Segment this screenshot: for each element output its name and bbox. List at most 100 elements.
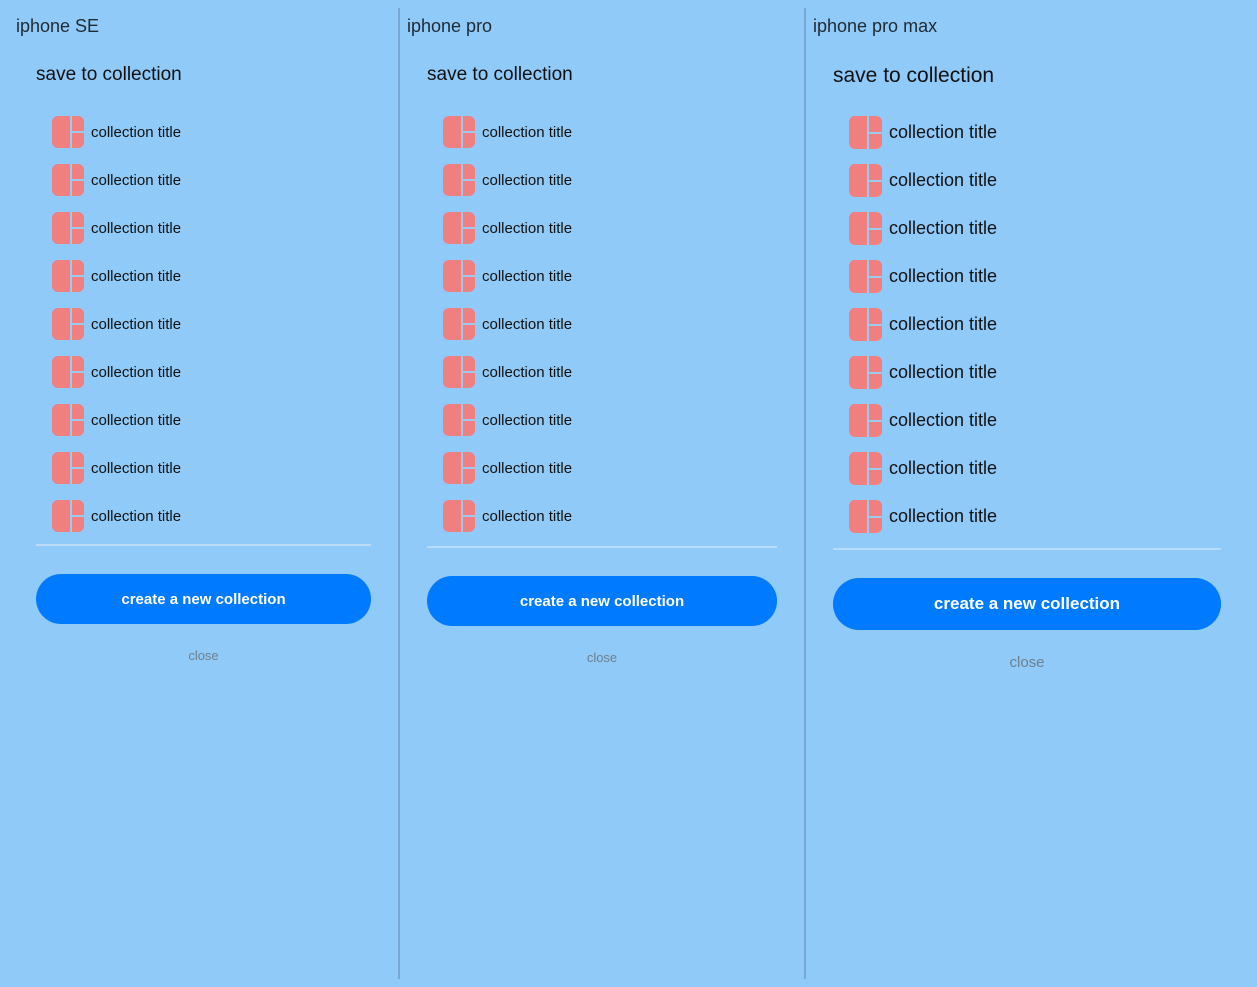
collection-title: collection title — [91, 459, 182, 477]
collection-thumbnail-icon — [52, 452, 84, 484]
device-panel-iphone-pro: iphone pro save to collection collection… — [400, 0, 804, 987]
collection-list-item[interactable]: collection title — [52, 164, 181, 196]
collection-title: collection title — [482, 315, 573, 333]
collection-title: collection title — [889, 314, 998, 334]
collection-list-item[interactable]: collection title — [52, 116, 181, 148]
collection-list-item[interactable]: collection title — [849, 404, 997, 437]
collection-thumbnail-icon — [443, 500, 475, 532]
list-separator — [36, 544, 371, 546]
collection-list-item[interactable]: collection title — [52, 356, 181, 388]
collection-thumbnail-icon — [443, 452, 475, 484]
collection-title: collection title — [889, 218, 998, 238]
collection-title: collection title — [889, 506, 998, 526]
collection-thumbnail-icon — [849, 308, 882, 341]
collection-list-item[interactable]: collection title — [849, 116, 997, 149]
collection-list-item[interactable]: collection title — [52, 404, 181, 436]
create-collection-button[interactable]: create a new collection — [36, 574, 371, 624]
collection-title: collection title — [482, 219, 573, 237]
collection-thumbnail-icon — [443, 356, 475, 388]
canvas: iphone SE save to collection collection … — [0, 0, 1257, 987]
collection-thumbnail-icon — [52, 356, 84, 388]
device-panel-iphone-se: iphone SE save to collection collection … — [0, 0, 398, 987]
collection-title: collection title — [482, 267, 573, 285]
collection-thumbnail-icon — [849, 452, 882, 485]
collection-title: collection title — [91, 123, 182, 141]
list-separator — [833, 548, 1221, 550]
collection-list-item[interactable]: collection title — [443, 164, 572, 196]
collection-list-item[interactable]: collection title — [443, 260, 572, 292]
collection-thumbnail-icon — [52, 260, 84, 292]
collection-thumbnail-icon — [443, 164, 475, 196]
close-button[interactable]: close — [36, 648, 371, 663]
collection-list-item[interactable]: collection title — [52, 212, 181, 244]
device-label: iphone pro — [407, 16, 493, 36]
collection-title: collection title — [482, 363, 573, 381]
collection-list-item[interactable]: collection title — [443, 500, 572, 532]
collection-thumbnail-icon — [52, 404, 84, 436]
collection-list-item[interactable]: collection title — [52, 308, 181, 340]
collection-title: collection title — [91, 507, 182, 525]
collection-list-item[interactable]: collection title — [849, 260, 997, 293]
collection-list-item[interactable]: collection title — [849, 212, 997, 245]
collection-title: collection title — [482, 411, 573, 429]
collection-thumbnail-icon — [443, 212, 475, 244]
collection-thumbnail-icon — [52, 164, 84, 196]
collection-thumbnail-icon — [52, 212, 84, 244]
collection-title: collection title — [91, 267, 182, 285]
sheet-title: save to collection — [833, 64, 995, 87]
collection-thumbnail-icon — [849, 404, 882, 437]
collection-title: collection title — [91, 315, 182, 333]
collection-title: collection title — [889, 122, 998, 142]
create-collection-button[interactable]: create a new collection — [427, 576, 777, 626]
sheet-title: save to collection — [427, 64, 573, 85]
collection-thumbnail-icon — [849, 260, 882, 293]
collection-thumbnail-icon — [52, 308, 84, 340]
collection-title: collection title — [889, 410, 998, 430]
collection-list-item[interactable]: collection title — [52, 452, 181, 484]
collection-title: collection title — [482, 171, 573, 189]
create-collection-button[interactable]: create a new collection — [833, 578, 1221, 630]
collection-thumbnail-icon — [52, 500, 84, 532]
collection-title: collection title — [91, 363, 182, 381]
collection-thumbnail-icon — [443, 308, 475, 340]
collection-thumbnail-icon — [443, 404, 475, 436]
collection-list-item[interactable]: collection title — [443, 308, 572, 340]
collection-title: collection title — [482, 507, 573, 525]
collection-list-item[interactable]: collection title — [849, 356, 997, 389]
collection-list-item[interactable]: collection title — [443, 452, 572, 484]
collection-list-item[interactable]: collection title — [52, 500, 181, 532]
collection-list-item[interactable]: collection title — [849, 164, 997, 197]
collection-title: collection title — [889, 266, 998, 286]
collection-thumbnail-icon — [849, 212, 882, 245]
sheet-title: save to collection — [36, 64, 182, 85]
collection-title: collection title — [91, 411, 182, 429]
collection-list-item[interactable]: collection title — [849, 452, 997, 485]
collection-thumbnail-icon — [443, 260, 475, 292]
close-button[interactable]: close — [427, 650, 777, 665]
collection-list-item[interactable]: collection title — [443, 404, 572, 436]
collection-title: collection title — [889, 458, 998, 478]
device-label: iphone pro max — [813, 16, 938, 36]
close-button[interactable]: close — [833, 654, 1221, 671]
device-label: iphone SE — [16, 16, 100, 36]
collection-title: collection title — [91, 219, 182, 237]
collection-list-item[interactable]: collection title — [443, 116, 572, 148]
collection-thumbnail-icon — [849, 116, 882, 149]
collection-thumbnail-icon — [849, 356, 882, 389]
collection-list-item[interactable]: collection title — [849, 500, 997, 533]
list-separator — [427, 546, 777, 548]
collection-list-item[interactable]: collection title — [443, 212, 572, 244]
collection-thumbnail-icon — [52, 116, 84, 148]
collection-title: collection title — [889, 170, 998, 190]
collection-title: collection title — [482, 123, 573, 141]
collection-thumbnail-icon — [849, 164, 882, 197]
collection-list-item[interactable]: collection title — [52, 260, 181, 292]
device-panel-iphone-pro-max: iphone pro max save to collection collec… — [806, 0, 1257, 987]
collection-thumbnail-icon — [443, 116, 475, 148]
collection-list-item[interactable]: collection title — [443, 356, 572, 388]
collection-title: collection title — [91, 171, 182, 189]
collection-title: collection title — [889, 362, 998, 382]
collection-thumbnail-icon — [849, 500, 882, 533]
collection-title: collection title — [482, 459, 573, 477]
collection-list-item[interactable]: collection title — [849, 308, 997, 341]
